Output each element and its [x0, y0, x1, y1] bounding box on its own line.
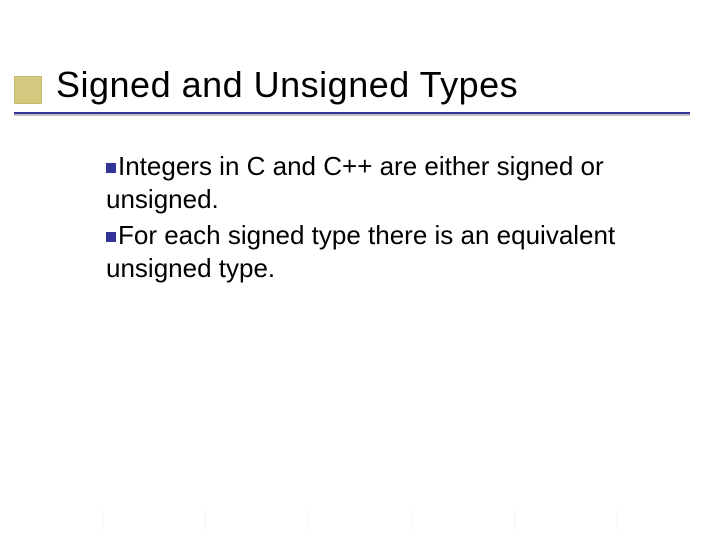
list-item: Integers in C and C++ are either signed … — [106, 150, 674, 217]
list-item: For each signed type there is an equival… — [106, 219, 674, 286]
slide: Signed and Unsigned Types Integers in C … — [0, 0, 720, 540]
thumbnail-strip — [0, 510, 720, 530]
accent-square-icon — [14, 76, 42, 104]
title-row: Signed and Unsigned Types — [0, 58, 720, 120]
bullet-text: For each signed type there is an equival… — [106, 220, 615, 283]
square-bullet-icon — [106, 232, 116, 242]
body-text: Integers in C and C++ are either signed … — [106, 150, 674, 287]
title-underline — [14, 112, 690, 116]
square-bullet-icon — [106, 163, 116, 173]
slide-title: Signed and Unsigned Types — [56, 64, 518, 106]
bullet-text: Integers in C and C++ are either signed … — [106, 151, 604, 214]
